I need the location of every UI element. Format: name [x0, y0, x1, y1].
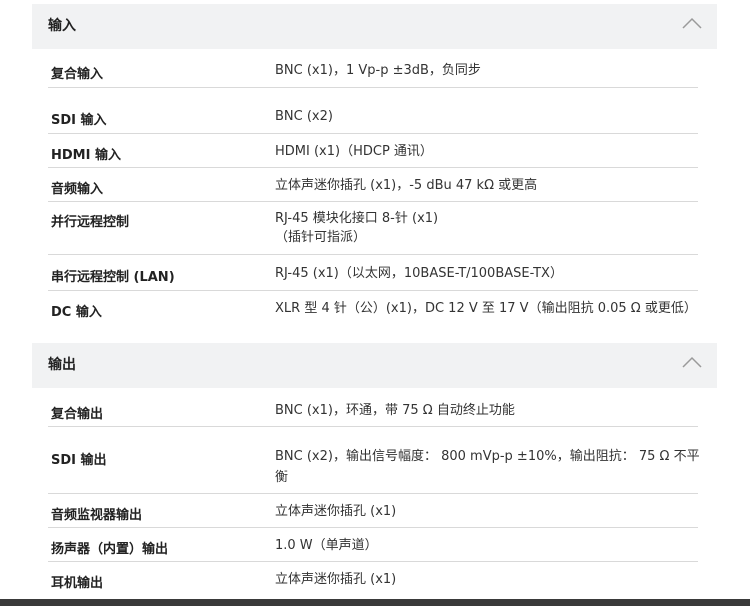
row-value: BNC (x1)，环通，带 75 Ω 自动终止功能 [275, 403, 515, 418]
row-value: 立体声迷你插孔 (x1) [275, 572, 397, 587]
section-header-input[interactable]: 输入 [32, 4, 717, 49]
table-row: 复合输入 BNC (x1)，1 Vp-p ±3dB，负同步 [48, 49, 698, 88]
row-label: DC 输入 [51, 305, 102, 320]
row-value: RJ-45 模块化接口 8-针 (x1) [275, 211, 439, 226]
row-label: SDI 输入 [51, 113, 107, 128]
table-row: SDI 输出 BNC (x2)，输出信号幅度： 800 mVp-p ±10%，输… [48, 427, 700, 494]
row-value-note: （插针可指派） [275, 230, 367, 245]
row-label: 音频监视器输出 [51, 508, 143, 523]
table-row: 并行远程控制 RJ-45 模块化接口 8-针 (x1) （插针可指派） [48, 202, 698, 255]
row-value: RJ-45 (x1)（以太网，10BASE-T/100BASE-TX） [275, 266, 563, 281]
section-title: 输出 [48, 357, 76, 373]
row-value: XLR 型 4 针（公）(x1)，DC 12 V 至 17 V（输出阻抗 0.0… [275, 301, 697, 316]
row-value: 立体声迷你插孔 (x1) [275, 504, 397, 519]
table-row: SDI 输入 BNC (x2) [48, 88, 698, 134]
bottom-bar [0, 599, 750, 606]
row-value: HDMI (x1)（HDCP 通讯） [275, 144, 433, 159]
table-row: 复合输出 BNC (x1)，环通，带 75 Ω 自动终止功能 [48, 388, 698, 427]
spec-table-output: 复合输出 BNC (x1)，环通，带 75 Ω 自动终止功能 SDI 输出 BN… [48, 388, 700, 596]
section-title: 输入 [48, 18, 76, 34]
spec-table-input: 复合输入 BNC (x1)，1 Vp-p ±3dB，负同步 SDI 输入 BNC… [48, 49, 698, 327]
row-label: 并行远程控制 [51, 215, 130, 230]
row-value: 立体声迷你插孔 (x1)，-5 dBu 47 kΩ 或更高 [275, 178, 538, 193]
chevron-up-icon[interactable] [681, 16, 703, 30]
row-value-cont: 衡 [275, 470, 289, 485]
row-label: SDI 输出 [51, 453, 107, 468]
table-row: 扬声器（内置）输出 1.0 W（单声道） [48, 528, 698, 562]
row-value: 1.0 W（单声道） [275, 538, 378, 553]
row-label: 复合输入 [51, 67, 104, 82]
chevron-up-icon[interactable] [681, 355, 703, 369]
table-row: 音频监视器输出 立体声迷你插孔 (x1) [48, 494, 698, 528]
table-row: HDMI 输入 HDMI (x1)（HDCP 通讯） [48, 134, 698, 168]
row-value: BNC (x2) [275, 109, 333, 124]
row-label: 耳机输出 [51, 576, 104, 591]
table-row: DC 输入 XLR 型 4 针（公）(x1)，DC 12 V 至 17 V（输出… [48, 291, 698, 327]
row-value: BNC (x2)，输出信号幅度： 800 mVp-p ±10%，输出阻抗： 75… [275, 449, 700, 464]
table-row: 串行远程控制 (LAN) RJ-45 (x1)（以太网，10BASE-T/100… [48, 255, 698, 291]
table-row: 音频输入 立体声迷你插孔 (x1)，-5 dBu 47 kΩ 或更高 [48, 168, 698, 202]
section-header-output[interactable]: 输出 [32, 343, 717, 388]
row-label: 扬声器（内置）输出 [51, 542, 169, 557]
row-label: 串行远程控制 (LAN) [51, 270, 175, 285]
table-row: 耳机输出 立体声迷你插孔 (x1) [48, 562, 698, 596]
row-value: BNC (x1)，1 Vp-p ±3dB，负同步 [275, 63, 481, 78]
row-label: HDMI 输入 [51, 148, 121, 163]
row-label: 音频输入 [51, 182, 104, 197]
row-label: 复合输出 [51, 407, 104, 422]
